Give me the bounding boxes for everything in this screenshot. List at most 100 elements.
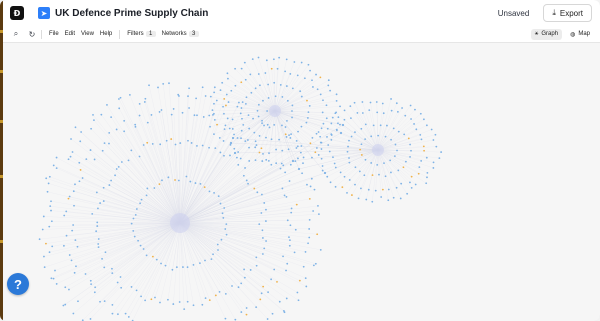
graph-node bbox=[389, 159, 392, 162]
graph-node bbox=[119, 276, 122, 278]
export-button[interactable]: ⤓ Export bbox=[543, 4, 592, 22]
graph-node bbox=[335, 128, 338, 131]
graph-node bbox=[406, 192, 409, 195]
graph-node bbox=[101, 149, 104, 152]
graph-node bbox=[435, 145, 438, 148]
menu-edit[interactable]: Edit bbox=[65, 31, 75, 37]
graph-node bbox=[115, 168, 118, 170]
edge bbox=[179, 213, 319, 224]
graph-node bbox=[286, 219, 289, 222]
graph-node bbox=[285, 297, 288, 300]
graph-node bbox=[311, 136, 314, 139]
graph-node bbox=[267, 291, 269, 294]
graph-node bbox=[288, 244, 291, 247]
edge bbox=[377, 149, 411, 183]
graph-node bbox=[96, 225, 99, 227]
networks-count-badge: 3 bbox=[188, 31, 199, 37]
graph-node bbox=[354, 166, 357, 169]
graph-node bbox=[256, 109, 259, 112]
graph-node bbox=[410, 175, 413, 178]
graph-node bbox=[265, 158, 268, 161]
graph-node bbox=[354, 183, 356, 186]
graph-node bbox=[110, 116, 113, 119]
graph-node bbox=[254, 159, 257, 162]
graph-node bbox=[348, 179, 351, 181]
graph-node bbox=[167, 176, 170, 179]
graph-node bbox=[348, 139, 350, 142]
graph-node bbox=[314, 262, 317, 265]
graph-node bbox=[212, 253, 214, 256]
edge bbox=[222, 82, 276, 112]
graph-node bbox=[168, 82, 170, 85]
graph-node bbox=[260, 147, 263, 150]
project-title[interactable]: UK Defence Prime Supply Chain bbox=[55, 8, 208, 19]
bridge-edge bbox=[179, 132, 342, 224]
edge bbox=[116, 168, 181, 224]
graph-node bbox=[425, 182, 428, 185]
graph-node bbox=[316, 233, 319, 236]
graph-node bbox=[346, 150, 349, 153]
networks-button[interactable]: Networks 3 bbox=[162, 31, 199, 37]
graph-node bbox=[201, 303, 204, 306]
menu-view[interactable]: View bbox=[81, 31, 94, 37]
graph-node bbox=[290, 211, 293, 214]
graph-node bbox=[217, 249, 219, 251]
menu-help[interactable]: Help bbox=[100, 31, 112, 37]
bridge-edge bbox=[234, 149, 379, 154]
edge bbox=[139, 103, 181, 224]
graph-node bbox=[167, 298, 169, 301]
network-graph[interactable] bbox=[3, 43, 600, 321]
graph-node bbox=[422, 145, 425, 148]
edge bbox=[377, 103, 397, 151]
graph-node bbox=[432, 167, 435, 169]
graph-node bbox=[145, 194, 148, 197]
graph-node bbox=[282, 164, 285, 167]
edge bbox=[154, 222, 181, 298]
graph-node bbox=[237, 151, 240, 153]
graph-node bbox=[297, 130, 299, 133]
graph-node bbox=[407, 137, 410, 140]
graph-node bbox=[234, 67, 237, 70]
graph-node bbox=[187, 139, 189, 142]
graph-node bbox=[290, 133, 292, 136]
graph-node bbox=[307, 242, 309, 245]
graph-node bbox=[329, 181, 332, 184]
search-icon[interactable]: ⌕ bbox=[11, 29, 21, 39]
edge bbox=[65, 222, 181, 288]
app-logo[interactable]: Đ bbox=[10, 6, 24, 20]
graph-node bbox=[228, 127, 231, 130]
graph-node bbox=[266, 123, 269, 126]
edge bbox=[377, 98, 392, 151]
graph-node bbox=[213, 118, 216, 121]
refresh-icon[interactable]: ↻ bbox=[27, 29, 37, 39]
graph-node bbox=[378, 173, 380, 176]
help-button[interactable]: ? bbox=[7, 273, 29, 295]
graph-node bbox=[233, 133, 235, 136]
graph-node bbox=[222, 217, 225, 219]
graph-node bbox=[48, 225, 51, 228]
graph-node bbox=[335, 93, 338, 96]
menu-file[interactable]: File bbox=[49, 31, 59, 37]
graph-node bbox=[265, 240, 267, 242]
graph-view-button[interactable]: ⚹ Graph bbox=[530, 28, 563, 40]
graph-node bbox=[319, 248, 322, 251]
filters-button[interactable]: Filters 1 bbox=[127, 31, 156, 37]
graph-node bbox=[264, 72, 267, 74]
graph-node bbox=[296, 74, 299, 77]
edge bbox=[377, 149, 420, 168]
map-view-button[interactable]: ◍ Map bbox=[566, 29, 594, 40]
graph-node bbox=[370, 135, 373, 138]
graph-node bbox=[262, 99, 264, 102]
graph-node bbox=[224, 292, 227, 295]
graph-canvas[interactable] bbox=[3, 43, 600, 321]
graph-node bbox=[273, 123, 276, 126]
graph-node bbox=[204, 259, 206, 262]
graph-node bbox=[318, 213, 320, 216]
graph-node bbox=[68, 288, 70, 291]
graph-node bbox=[102, 186, 105, 189]
edge bbox=[179, 222, 233, 287]
graph-node bbox=[134, 125, 137, 128]
graph-node bbox=[422, 118, 425, 121]
graph-node bbox=[220, 238, 223, 241]
edge bbox=[179, 222, 206, 299]
